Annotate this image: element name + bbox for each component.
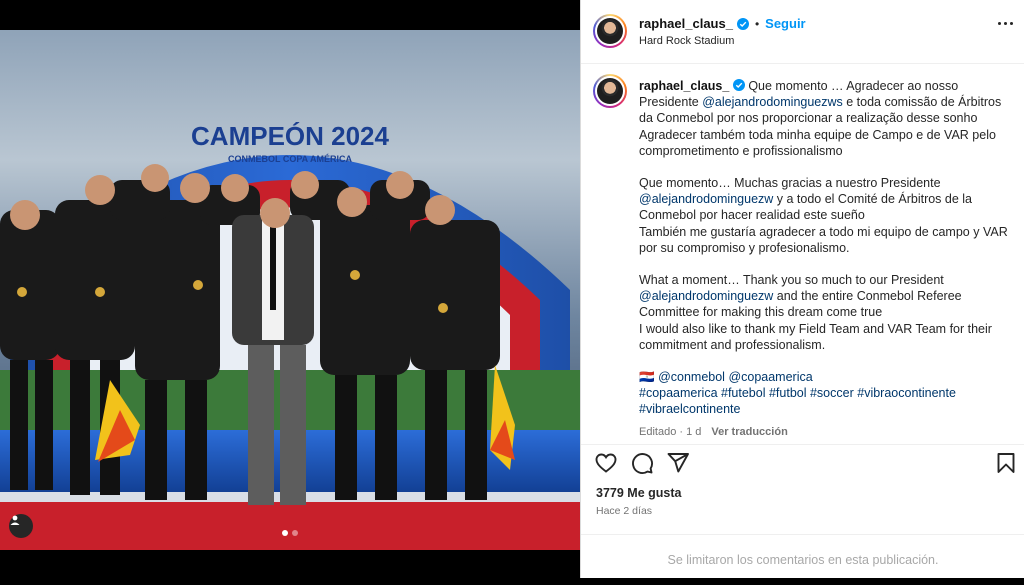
comments-limited-note: Se limitaron los comentarios en esta pub… — [581, 534, 1024, 578]
photo-banner-subtitle: CONMEBOL COPA AMÉRICA — [228, 154, 353, 164]
flag-emoji: 🇵🇾 — [639, 370, 655, 385]
header-user-row: raphael_claus_ • Seguir — [639, 16, 806, 31]
hashtag-link[interactable]: #vibraocontinente — [857, 386, 956, 400]
caption-p2-line4: También me gustaría agradecer a todo mi … — [639, 224, 1008, 255]
bookmark-icon[interactable] — [994, 451, 1018, 475]
header-username[interactable]: raphael_claus_ — [639, 16, 733, 31]
caption-username[interactable]: raphael_claus_ — [639, 79, 729, 93]
user-tag-icon — [10, 515, 20, 525]
caption-p1-line4: Agradecer também toda minha equipe de Ca… — [639, 127, 996, 158]
caption-meta: Editado · 1 d Ver traducción — [639, 424, 1011, 440]
caption-p1-pre: Presidente — [639, 95, 703, 110]
caption-p2-line1: Que momento… Muchas gracias a nuestro Pr… — [639, 176, 941, 191]
mention-link[interactable]: @copaamerica — [728, 370, 812, 384]
photo-illustration: CAMPEÓN 2024 CONMEBOL COPA AMÉRICA — [0, 121, 580, 550]
photo-banner-title: CAMPEÓN 2024 — [191, 121, 389, 151]
edited-label: Editado · 1 d — [639, 425, 702, 438]
share-icon[interactable] — [666, 451, 690, 475]
post-side-panel: raphael_claus_ • Seguir Hard Rock Stadiu… — [580, 0, 1024, 578]
carousel-indicator — [282, 530, 298, 536]
instagram-post-modal: CAMPEÓN 2024 CONMEBOL COPA AMÉRICA rapha… — [0, 0, 1024, 578]
carousel-dot-active — [282, 530, 288, 536]
photo-area: CAMPEÓN 2024 CONMEBOL COPA AMÉRICA — [0, 0, 580, 578]
hashtag-link[interactable]: #soccer — [810, 386, 854, 400]
more-options-icon[interactable] — [998, 22, 1013, 25]
likes-count[interactable]: 3779 Me gusta — [596, 486, 681, 500]
mention-link[interactable]: @alejandrodominguezws — [702, 95, 843, 109]
separator-dot: • — [754, 16, 760, 31]
action-bar — [581, 444, 1024, 480]
hashtag-link[interactable]: #futebol — [721, 386, 765, 400]
user-tag-button[interactable] — [9, 514, 33, 538]
caption-p3-line1: What a moment… Thank you so much to our … — [639, 273, 944, 288]
caption-text: raphael_claus_ Que momento … Agradecer a… — [639, 78, 1011, 440]
caption-avatar[interactable] — [593, 74, 627, 108]
post-timestamp[interactable]: Hace 2 días — [596, 505, 652, 517]
see-translation-link[interactable]: Ver traducción — [711, 424, 787, 440]
comment-icon[interactable] — [630, 451, 654, 475]
caption-p1-line1: Que momento … Agradecer ao nosso — [748, 79, 959, 93]
verified-badge-icon — [736, 17, 749, 30]
post-photo[interactable]: CAMPEÓN 2024 CONMEBOL COPA AMÉRICA — [0, 30, 580, 550]
post-header: raphael_claus_ • Seguir Hard Rock Stadiu… — [581, 0, 1024, 64]
location-link[interactable]: Hard Rock Stadium — [639, 35, 734, 47]
heart-icon[interactable] — [594, 451, 618, 475]
mention-link[interactable]: @alejandrodominguezw — [639, 289, 773, 303]
hashtag-link[interactable]: #vibraelcontinente — [639, 402, 740, 416]
follow-button[interactable]: Seguir — [765, 16, 805, 31]
mention-link[interactable]: @conmebol — [658, 370, 725, 384]
hashtag-link[interactable]: #copaamerica — [639, 386, 718, 400]
mention-link[interactable]: @alejandrodominguezw — [639, 192, 773, 206]
caption-area: raphael_claus_ Que momento … Agradecer a… — [581, 64, 1024, 444]
carousel-dot[interactable] — [292, 530, 298, 536]
hashtag-link[interactable]: #futbol — [769, 386, 807, 400]
avatar[interactable] — [593, 14, 627, 48]
caption-p3-line4: I would also like to thank my Field Team… — [639, 321, 992, 352]
verified-badge-icon — [732, 79, 745, 91]
